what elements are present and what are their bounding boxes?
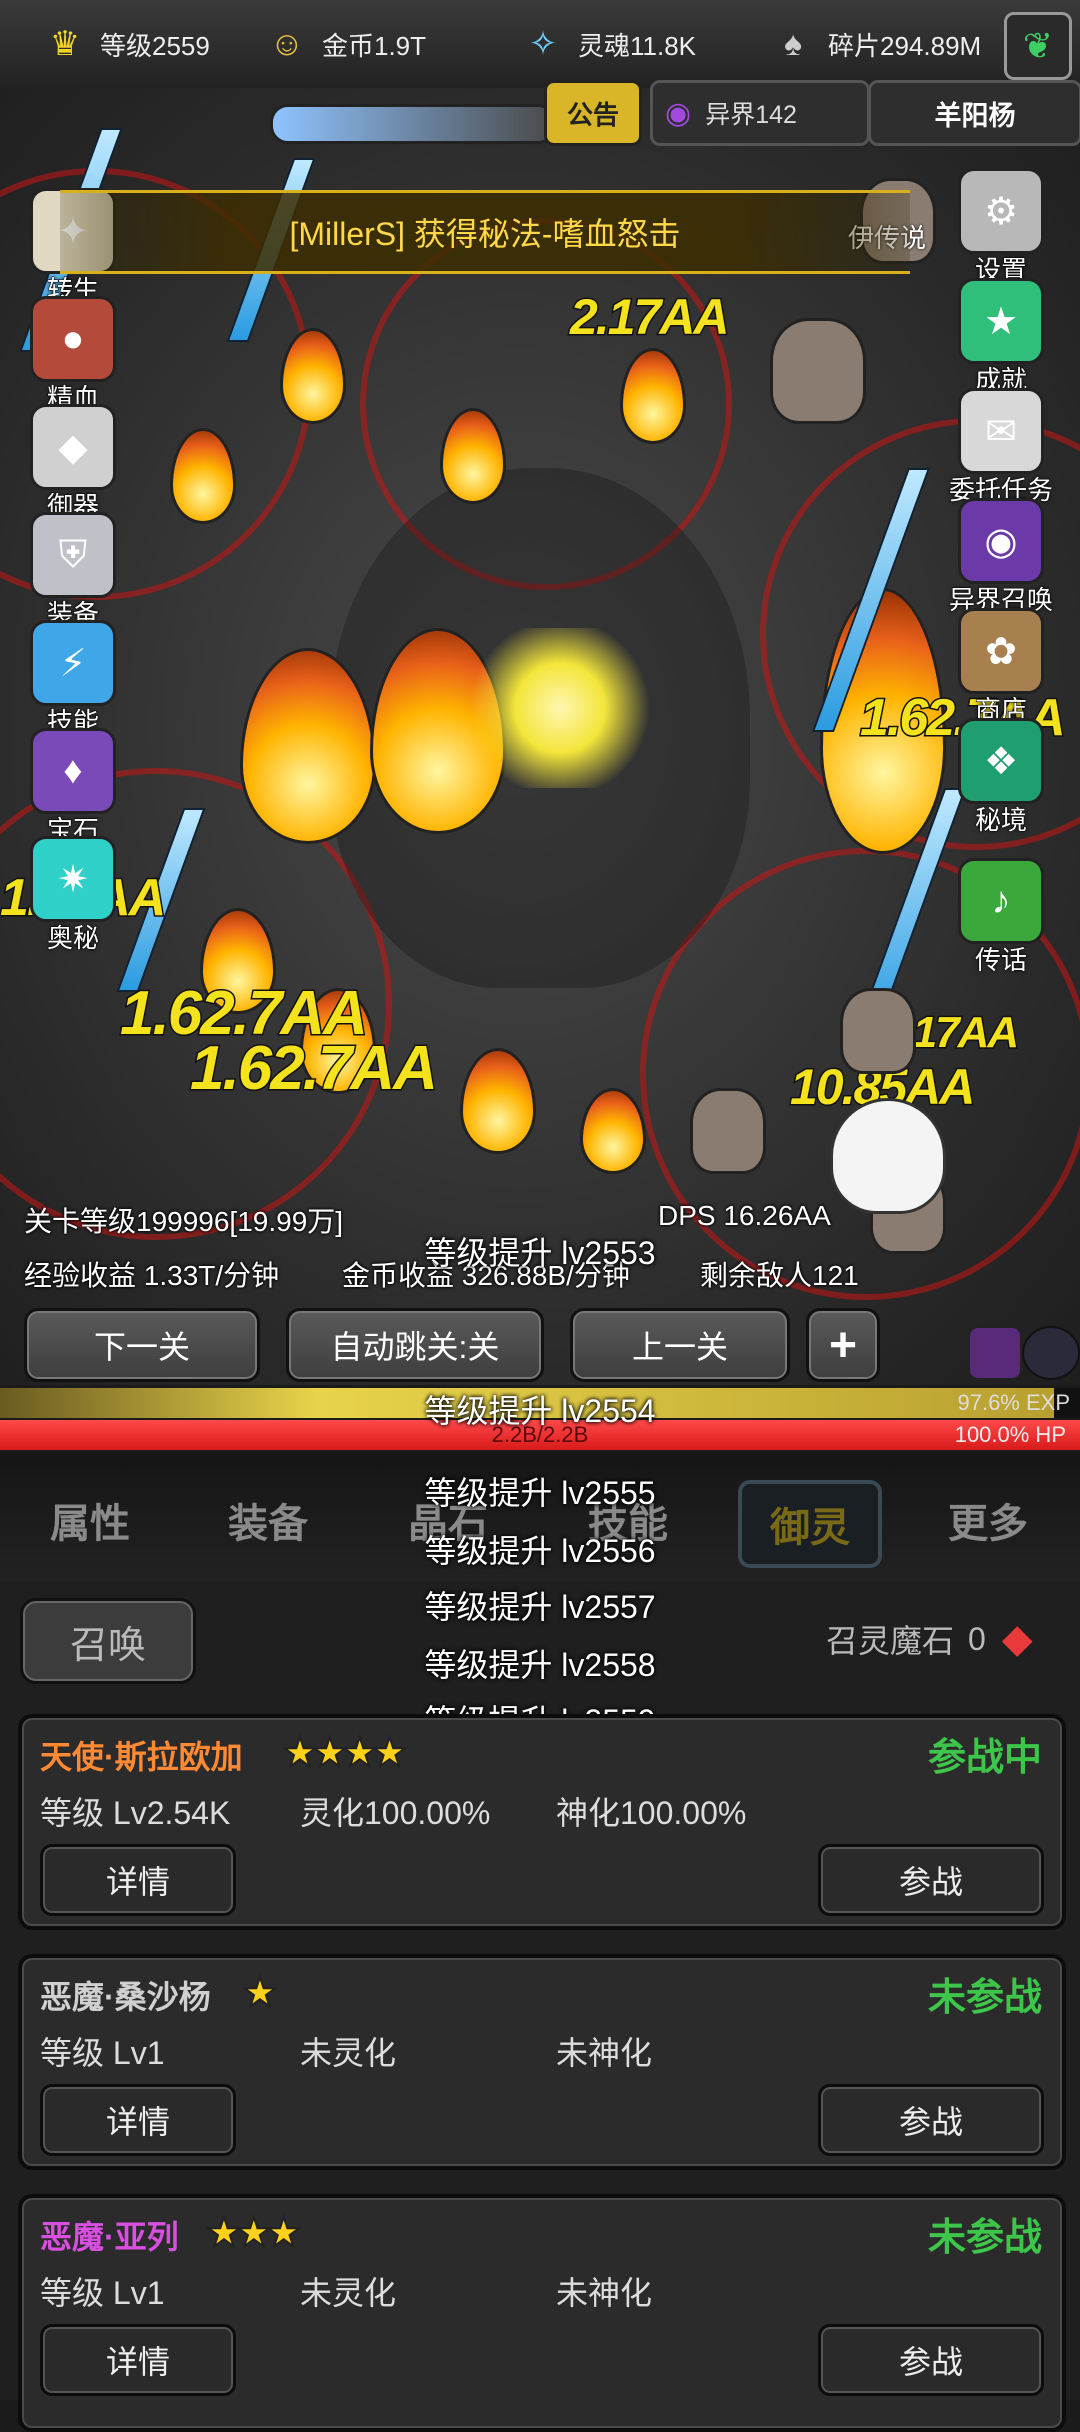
leaf-icon: ❦	[1022, 25, 1054, 66]
artifact-icon: ◆	[30, 404, 116, 490]
gold-value: 金币1.9T	[322, 30, 427, 61]
level-up-log: 等级提升 lv2554	[424, 1393, 656, 1429]
ghost-ally	[830, 1098, 946, 1214]
leaf-menu-button[interactable]: ❦	[1004, 12, 1072, 80]
side-btn-otherworld-summon[interactable]: ◉ 异界召唤	[946, 498, 1056, 617]
side-btn-settings[interactable]: ⚙ 设置	[946, 168, 1056, 287]
enemy-rock	[690, 1088, 766, 1174]
detail-button[interactable]: 详情	[40, 2084, 236, 2156]
spirit-ling: 灵化100.00%	[300, 1795, 491, 1831]
portal-eye-icon: ◉	[958, 498, 1044, 584]
spirit-ling: 未灵化	[300, 2035, 397, 2071]
scroll-icon: ✉	[958, 388, 1044, 474]
spirit-shen: 神化100.00%	[556, 1795, 747, 1831]
realm-indicator[interactable]: ◉ 异界142	[650, 80, 870, 146]
soul-value: 灵魂11.8K	[578, 30, 697, 61]
side-btn-essence[interactable]: ● 精血	[18, 296, 128, 415]
shop-bag-icon: ✿	[958, 608, 1044, 694]
next-stage-button[interactable]: 下一关	[24, 1308, 260, 1382]
detail-button[interactable]: 详情	[40, 1844, 236, 1916]
spirit-name: 恶魔·桑沙杨	[40, 1979, 211, 2015]
plus-button[interactable]: +	[806, 1308, 880, 1382]
side-btn-arcana[interactable]: ✷ 奥秘	[18, 836, 128, 955]
arcana-star-icon: ✷	[30, 836, 116, 922]
coin-icon: ☺	[269, 24, 305, 63]
side-btn-messenger[interactable]: ♪ 传话	[946, 858, 1056, 977]
battle-status: 参战中	[927, 1737, 1042, 1779]
spirit-card: 天使·斯拉欧加 ★★★★ 参战中 等级 Lv2.54K 灵化100.00% 神化…	[18, 1714, 1066, 1930]
meteor	[580, 1088, 646, 1174]
blood-drop-icon: ●	[30, 296, 116, 382]
gold-resource: ☺ 金币1.9T	[262, 14, 426, 74]
soul-resource: ✧ 灵魂11.8K	[518, 14, 696, 74]
spirit-level: 等级 Lv1	[40, 2275, 165, 2311]
battle-status: 未参战	[927, 2217, 1042, 2259]
level-resource: ♛ 等级2559	[40, 14, 210, 74]
spirit-name: 天使·斯拉欧加	[40, 1739, 243, 1775]
realm-label: 异界142	[705, 101, 797, 129]
star-burst	[460, 628, 660, 788]
lightning-icon: ⚡	[30, 620, 116, 706]
spirit-card: 恶魔·亚列 ★★★ 未参战 等级 Lv1 未灵化 未神化 详情 参战	[18, 2194, 1066, 2432]
deploy-button[interactable]: 参战	[818, 1844, 1044, 1916]
level-up-log: 等级提升 lv2556	[424, 1533, 656, 1569]
shard-value: 碎片294.89M	[828, 30, 982, 61]
dark-orb-icon[interactable]	[1022, 1326, 1080, 1380]
spirit-card: 恶魔·桑沙杨 ★ 未参战 等级 Lv1 未灵化 未神化 详情 参战	[18, 1954, 1066, 2170]
spirit-name: 恶魔·亚列	[40, 2219, 179, 2255]
wand-decoration	[270, 104, 556, 144]
prev-stage-button[interactable]: 上一关	[570, 1308, 790, 1382]
side-btn-equipment[interactable]: ⛨ 装备	[18, 512, 128, 631]
skill-orb-icon[interactable]	[968, 1326, 1022, 1380]
horn-icon: ♪	[958, 858, 1044, 944]
deploy-button[interactable]: 参战	[818, 2084, 1044, 2156]
side-btn-shop[interactable]: ✿ 商店	[946, 608, 1056, 727]
star-rating-icon: ★★★	[205, 2210, 303, 2256]
secret-realm-icon: ❖	[958, 718, 1044, 804]
side-btn-quests[interactable]: ✉ 委托任务	[946, 388, 1056, 507]
meteor	[460, 1048, 536, 1154]
deploy-button[interactable]: 参战	[818, 2324, 1044, 2396]
gear-icon: ⚙	[958, 168, 1044, 254]
crown-icon: ♛	[49, 25, 81, 63]
side-btn-gems[interactable]: ♦ 宝石	[18, 728, 128, 847]
side-btn-artifact[interactable]: ◆ 御器	[18, 404, 128, 523]
spirit-level: 等级 Lv2.54K	[40, 1795, 231, 1831]
spirit-level: 等级 Lv1	[40, 2035, 165, 2071]
resource-bar: ♛ 等级2559 ☺ 金币1.9T ✧ 灵魂11.8K ♠ 碎片294.89M …	[0, 0, 1080, 92]
announcement-banner: [MillerS] 获得秘法-嗜血怒击	[60, 190, 910, 274]
enemy-rock	[770, 318, 866, 424]
side-btn-secret-realm[interactable]: ❖ 秘境	[946, 718, 1056, 837]
spirit-shen: 未神化	[556, 2035, 653, 2071]
soul-icon: ✧	[528, 25, 558, 63]
battle-scene[interactable]: 2.17AA 1.62.7AA 1.62.7AA 10.85AA 1.17AA …	[0, 88, 1080, 1385]
player-name[interactable]: 羊阳杨	[868, 80, 1080, 146]
armor-icon: ⛨	[30, 512, 116, 598]
star-rating-icon: ★★★★	[281, 1730, 408, 1776]
notice-button[interactable]: 公告	[544, 80, 642, 146]
shard-icon: ♠	[783, 24, 803, 63]
shard-resource: ♠ 碎片294.89M	[768, 14, 981, 74]
detail-button[interactable]: 详情	[40, 2324, 236, 2396]
auto-skip-button[interactable]: 自动跳关:关	[286, 1308, 544, 1382]
battle-status: 未参战	[927, 1977, 1042, 2019]
green-star-icon: ★	[958, 278, 1044, 364]
enemy-rock	[840, 988, 916, 1074]
level-value: 等级2559	[100, 30, 210, 61]
portal-icon: ◉	[665, 96, 692, 130]
gem-bag-icon: ♦	[30, 728, 116, 814]
level-up-log: 等级提升 lv2557	[424, 1589, 656, 1625]
level-up-log: 等级提升 lv2555	[424, 1475, 656, 1511]
spirit-ling: 未灵化	[300, 2275, 397, 2311]
meteor	[280, 328, 346, 424]
level-up-log: 等级提升 lv2558	[424, 1647, 656, 1683]
star-rating-icon: ★	[241, 1970, 279, 2016]
side-btn-achievements[interactable]: ★ 成就	[946, 278, 1056, 397]
spirit-shen: 未神化	[556, 2275, 653, 2311]
level-up-log: 等级提升 lv2553	[424, 1235, 656, 1271]
side-btn-skills[interactable]: ⚡ 技能	[18, 620, 128, 739]
